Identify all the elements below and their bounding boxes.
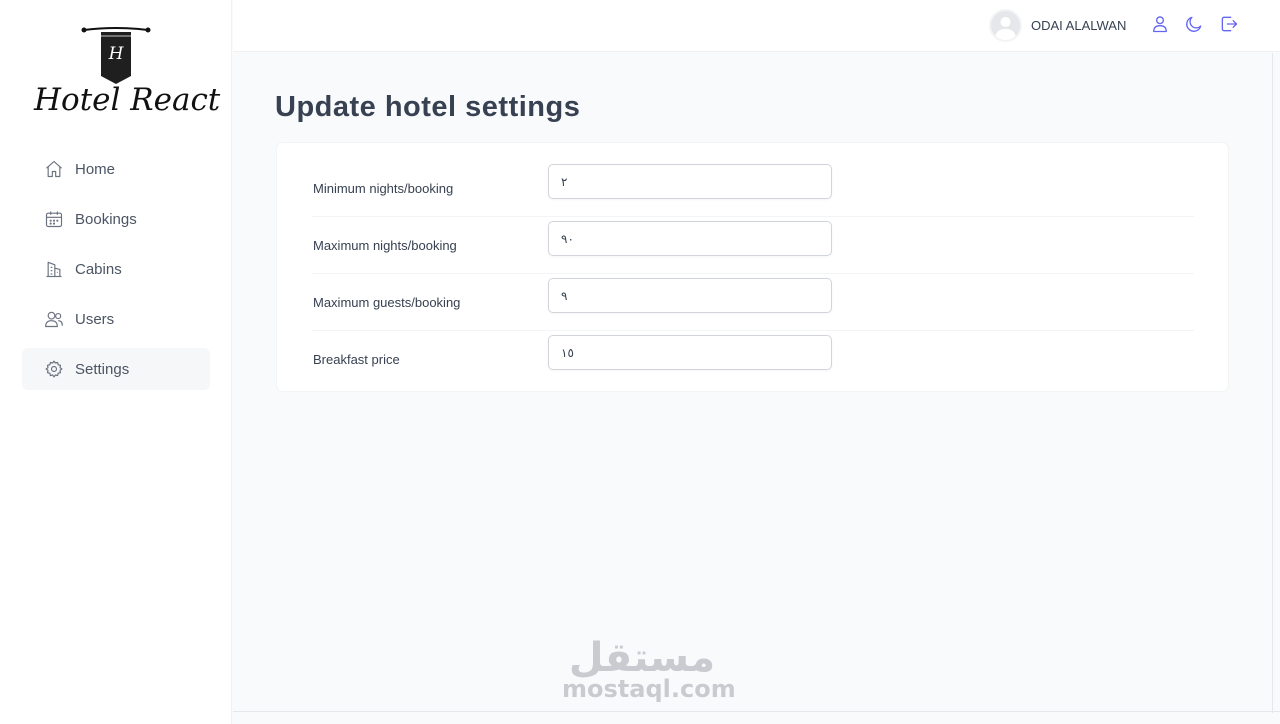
sidebar-item-label: Cabins: [75, 260, 122, 278]
user-icon: [1150, 14, 1170, 39]
scrollbar-edge: [1272, 53, 1273, 713]
setting-row-max-guests: Maximum guests/booking: [312, 274, 1194, 331]
home-icon: [44, 159, 64, 179]
sidebar: H Hotel React Home Bookings Cabins Users…: [0, 0, 232, 724]
user-name: ODAI ALALWAN: [1031, 18, 1127, 33]
moon-icon: [1184, 14, 1204, 39]
sidebar-item-label: Users: [75, 310, 115, 328]
watermark: مستقل mostaql.com: [562, 635, 736, 703]
sidebar-item-home[interactable]: Home: [22, 148, 210, 190]
setting-row-max-nights: Maximum nights/booking: [312, 217, 1194, 274]
max-nights-label: Maximum nights/booking: [313, 238, 457, 253]
sidebar-item-settings[interactable]: Settings: [22, 348, 210, 390]
gear-icon: [44, 359, 64, 379]
sidebar-item-label: Home: [75, 160, 116, 178]
logo-letter: H: [108, 44, 124, 64]
avatar[interactable]: [989, 9, 1022, 42]
min-nights-label: Minimum nights/booking: [313, 181, 454, 196]
min-nights-input[interactable]: [548, 164, 832, 199]
sidebar-item-label: Bookings: [75, 210, 137, 228]
account-button[interactable]: [1148, 14, 1172, 38]
sidebar-item-cabins[interactable]: Cabins: [22, 248, 210, 290]
main-content: Update hotel settings Minimum nights/boo…: [233, 53, 1273, 713]
logout-icon: [1219, 14, 1239, 39]
setting-row-breakfast-price: Breakfast price: [312, 331, 1194, 388]
bottom-border: [233, 711, 1280, 712]
max-guests-input[interactable]: [548, 278, 832, 313]
sidebar-item-users[interactable]: Users: [22, 298, 210, 340]
hotel-logo[interactable]: H Hotel React: [34, 24, 221, 120]
sidebar-item-label: Settings: [75, 360, 130, 378]
sidebar-nav: Home Bookings Cabins Users Settings: [22, 148, 210, 398]
breakfast-price-input[interactable]: [548, 335, 832, 370]
sidebar-item-bookings[interactable]: Bookings: [22, 198, 210, 240]
brand-name: Hotel React: [34, 82, 221, 118]
watermark-latin: mostaql.com: [562, 675, 736, 703]
users-icon: [44, 309, 64, 329]
setting-row-min-nights: Minimum nights/booking: [312, 160, 1194, 217]
calendar-icon: [44, 209, 64, 229]
page-title: Update hotel settings: [275, 91, 581, 123]
max-guests-label: Maximum guests/booking: [313, 295, 461, 310]
dark-mode-toggle[interactable]: [1182, 14, 1206, 38]
max-nights-input[interactable]: [548, 221, 832, 256]
building-icon: [44, 259, 64, 279]
settings-form: Minimum nights/booking Maximum nights/bo…: [276, 142, 1229, 392]
logout-button[interactable]: [1217, 14, 1241, 38]
breakfast-price-label: Breakfast price: [313, 352, 400, 367]
watermark-arabic: مستقل: [568, 635, 716, 681]
top-header: ODAI ALALWAN: [233, 0, 1280, 52]
